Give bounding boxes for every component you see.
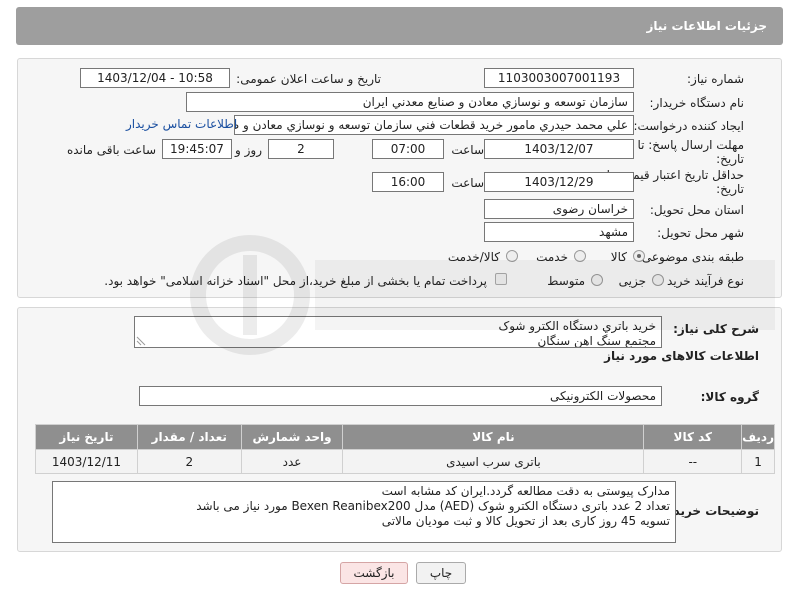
category-option-goods: کالا: [610, 250, 627, 264]
deadline-time-field[interactable]: 07:00: [372, 139, 444, 159]
col-name: نام کالا: [342, 424, 645, 450]
category-radio-goods-service[interactable]: [506, 250, 518, 262]
cell-unit: عدد: [240, 449, 344, 474]
col-unit: واحد شمارش: [240, 424, 344, 450]
col-qty: تعداد / مقدار: [136, 424, 242, 450]
process-option-minor: جزیی: [618, 274, 646, 288]
process-radio-medium[interactable]: [591, 274, 603, 286]
goods-group-field[interactable]: محصولات الکترونیکی: [139, 386, 662, 406]
table-row[interactable]: 1 -- باتری سرب اسیدی عدد 2 1403/12/11: [35, 449, 775, 474]
buyer-org-label: نام دستگاه خریدار:: [649, 96, 745, 110]
creator-label: ایجاد کننده درخواست:: [633, 119, 744, 133]
goods-group-label: گروه کالا:: [700, 390, 759, 404]
buyer-org-field[interactable]: سازمان توسعه و نوسازي معادن و صنايع معدن…: [186, 92, 634, 112]
description-line: خريد باتري دستگاه الکترو شوک: [498, 319, 656, 333]
cell-qty: 2: [136, 449, 242, 474]
days-field[interactable]: 2: [268, 139, 334, 159]
buyer-notes-field[interactable]: مدارک پیوستی به دقت مطالعه گردد.ایران کد…: [52, 481, 676, 543]
category-option-service: خدمت: [536, 250, 568, 264]
category-radio-goods[interactable]: [633, 250, 645, 262]
treasury-payment-checkbox[interactable]: [495, 273, 507, 285]
cell-date: 1403/12/11: [35, 449, 138, 474]
creator-field[interactable]: علي محمد حيدري مامور خريد قطعات فني سازم…: [234, 115, 634, 135]
buyer-notes-line: مدارک پیوستی به دقت مطالعه گردد.ایران کد…: [381, 484, 670, 498]
buyer-notes-line: تعداد 2 عدد باتری دستگاه الکترو شوک (AED…: [196, 499, 670, 513]
cell-index: 1: [741, 449, 775, 474]
remaining-label: ساعت باقی مانده: [66, 143, 156, 157]
description-label: شرح کلی نیاز:: [673, 322, 759, 336]
buyer-notes-line: تسویه 45 روز کاری بعد از تحویل کالا و ثب…: [381, 514, 670, 528]
col-date: تاریخ نیاز: [35, 424, 138, 450]
goods-table: ردیف کد کالا نام کالا واحد شمارش تعداد /…: [35, 424, 775, 474]
validity-time-field[interactable]: 16:00: [372, 172, 444, 192]
category-label: طبقه بندی موضوعی:: [637, 250, 744, 264]
col-code: کد کالا: [643, 424, 743, 450]
category-radio-service[interactable]: [574, 250, 586, 262]
validity-time-label: ساعت: [451, 176, 484, 190]
category-option-goods-service: کالا/خدمت: [447, 250, 500, 264]
city-label: شهر محل تحویل:: [657, 226, 744, 240]
days-label: روز و: [235, 143, 262, 157]
table-header-row: ردیف کد کالا نام کالا واحد شمارش تعداد /…: [35, 424, 775, 450]
page-header: جزئیات اطلاعات نیاز: [16, 7, 783, 45]
cell-code: --: [643, 449, 743, 474]
goods-section-title: اطلاعات کالاهای مورد نیاز: [604, 349, 759, 363]
validity-label-date: تاریخ:: [716, 182, 744, 196]
need-number-label: شماره نیاز:: [687, 72, 744, 86]
announce-label: تاریخ و ساعت اعلان عمومی:: [236, 72, 381, 86]
deadline-time-label: ساعت: [451, 143, 484, 157]
treasury-payment-note: پرداخت تمام یا بخشی از مبلغ خرید،از محل …: [104, 274, 487, 288]
buyer-contact-link[interactable]: اطلاعات تماس خریدار: [126, 117, 237, 131]
deadline-date-field[interactable]: 1403/12/07: [484, 139, 634, 159]
process-label: نوع فرآیند خرید :: [659, 274, 744, 288]
description-line: مجتمع سنگ اهن سنگان: [537, 334, 656, 348]
deadline-label: مهلت ارسال پاسخ: تا: [637, 138, 744, 152]
city-field[interactable]: مشهد: [484, 222, 634, 242]
process-radio-minor[interactable]: [652, 274, 664, 286]
col-index: ردیف: [741, 424, 775, 450]
description-field[interactable]: خريد باتري دستگاه الکترو شوک مجتمع سنگ ا…: [134, 316, 662, 348]
announce-field[interactable]: 1403/12/04 - 10:58: [80, 68, 230, 88]
cell-name: باتری سرب اسیدی: [342, 449, 645, 474]
need-number-field[interactable]: 1103003007001193: [484, 68, 634, 88]
process-option-medium: متوسط: [547, 274, 585, 288]
province-label: استان محل تحویل:: [649, 203, 744, 217]
validity-date-field[interactable]: 1403/12/29: [484, 172, 634, 192]
back-button[interactable]: بازگشت: [340, 562, 408, 584]
deadline-label-date: تاریخ:: [716, 152, 744, 166]
remaining-time-field[interactable]: 19:45:07: [162, 139, 232, 159]
resize-grip-icon[interactable]: [136, 336, 146, 346]
page-title: جزئیات اطلاعات نیاز: [646, 19, 767, 33]
print-button[interactable]: چاپ: [416, 562, 466, 584]
province-field[interactable]: خراسان رضوی: [484, 199, 634, 219]
